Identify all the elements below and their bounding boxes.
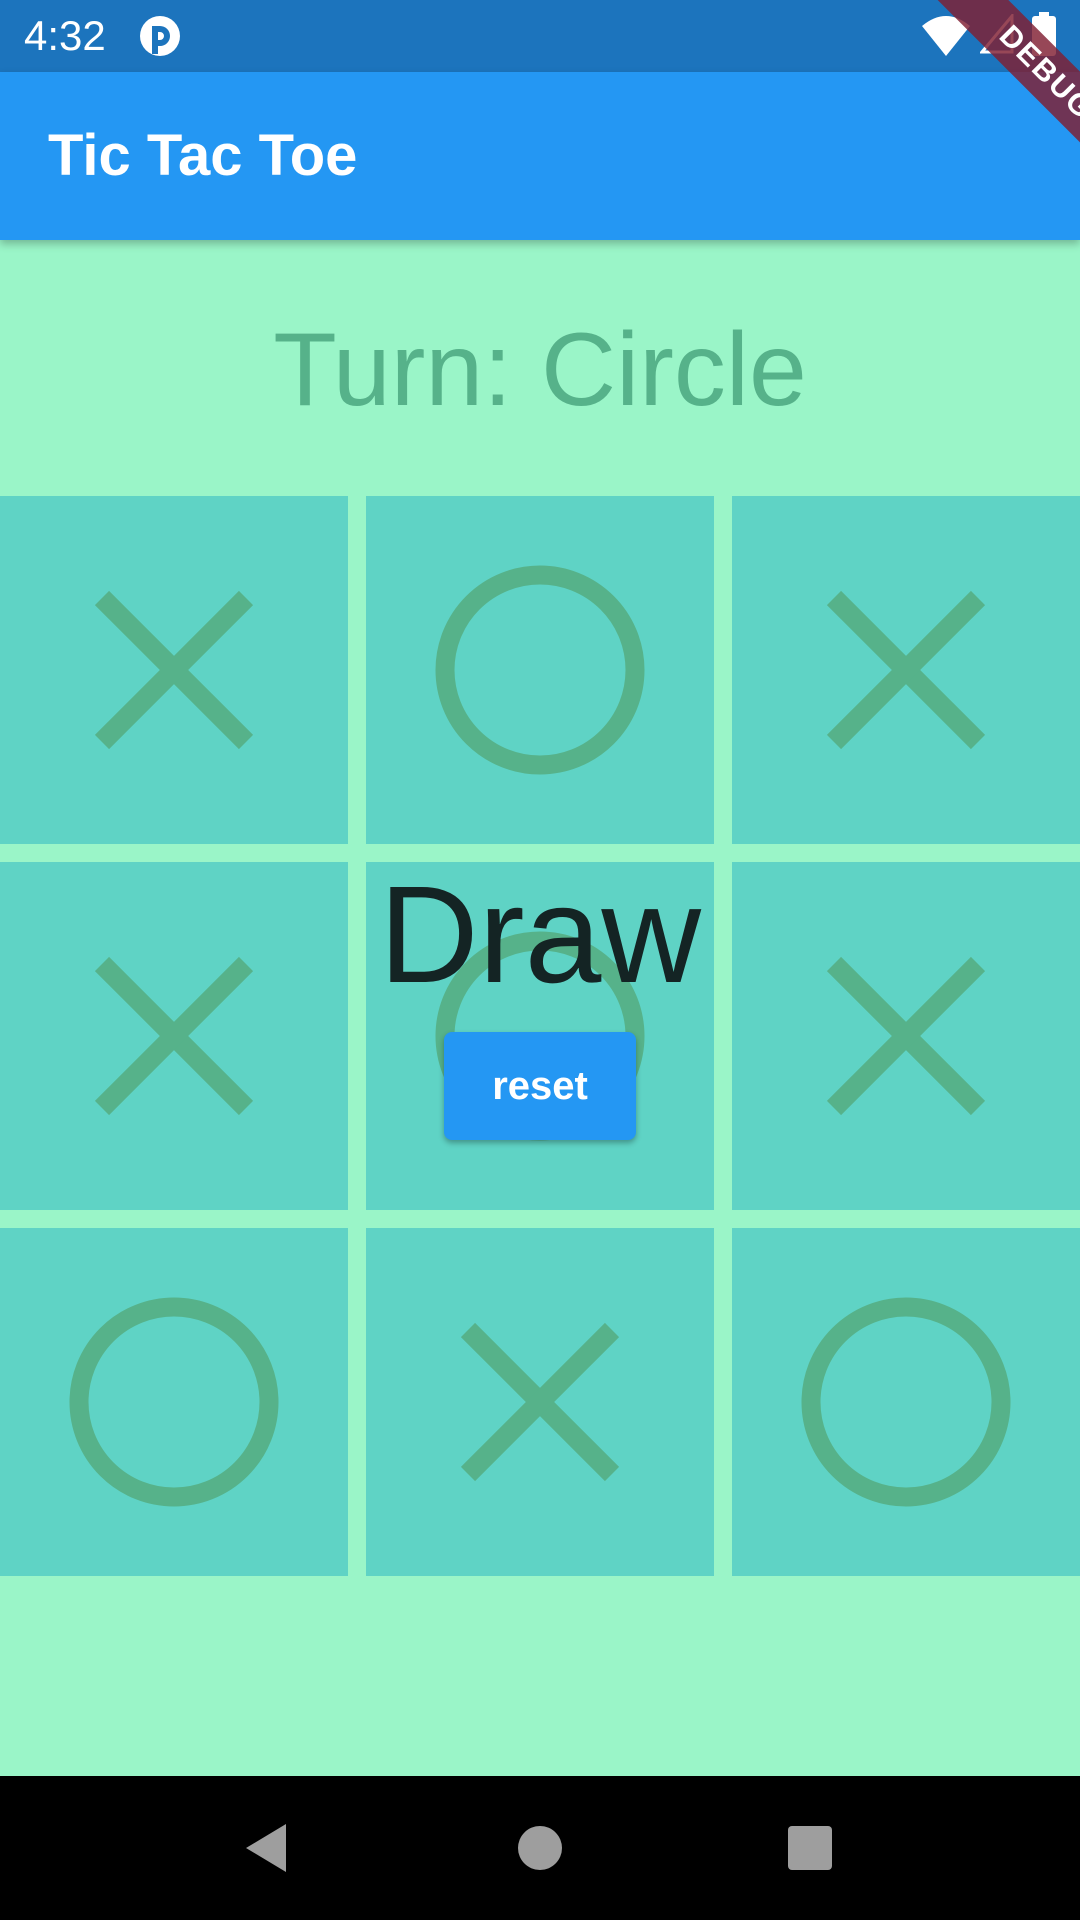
board-cell-0-1[interactable] xyxy=(366,496,714,844)
home-icon xyxy=(518,1826,562,1870)
board-cell-0-0[interactable] xyxy=(0,496,348,844)
nav-recents-button[interactable] xyxy=(750,1776,870,1920)
nav-back-button[interactable] xyxy=(208,1776,328,1920)
board-cell-2-1[interactable] xyxy=(366,1228,714,1576)
board-cell-2-0[interactable] xyxy=(0,1228,348,1576)
app-title: Tic Tac Toe xyxy=(48,123,358,188)
signal-icon xyxy=(980,14,1014,54)
cross-mark-icon xyxy=(460,1322,620,1482)
back-icon xyxy=(246,1824,286,1872)
app-bar: Tic Tac Toe xyxy=(0,72,1080,240)
circle-mark-icon xyxy=(435,565,645,775)
board-cell-2-2[interactable] xyxy=(732,1228,1080,1576)
status-time: 4:32 xyxy=(24,12,106,59)
reset-button[interactable]: reset xyxy=(444,1032,636,1140)
cross-mark-icon xyxy=(826,590,986,750)
turn-indicator: Turn: Circle xyxy=(273,312,807,428)
circle-mark-icon xyxy=(69,1297,279,1507)
recents-icon xyxy=(788,1826,832,1870)
result-text: Draw xyxy=(378,858,702,1012)
status-bar: 4:32 xyxy=(0,0,1080,72)
circle-mark-icon xyxy=(801,1297,1011,1507)
cross-mark-icon xyxy=(94,590,254,750)
navigation-bar xyxy=(0,1776,1080,1920)
app-notification-icon xyxy=(140,16,180,56)
nav-home-button[interactable] xyxy=(480,1776,600,1920)
wifi-icon xyxy=(922,16,970,56)
board-cell-0-2[interactable] xyxy=(732,496,1080,844)
battery-icon xyxy=(1032,12,1056,56)
